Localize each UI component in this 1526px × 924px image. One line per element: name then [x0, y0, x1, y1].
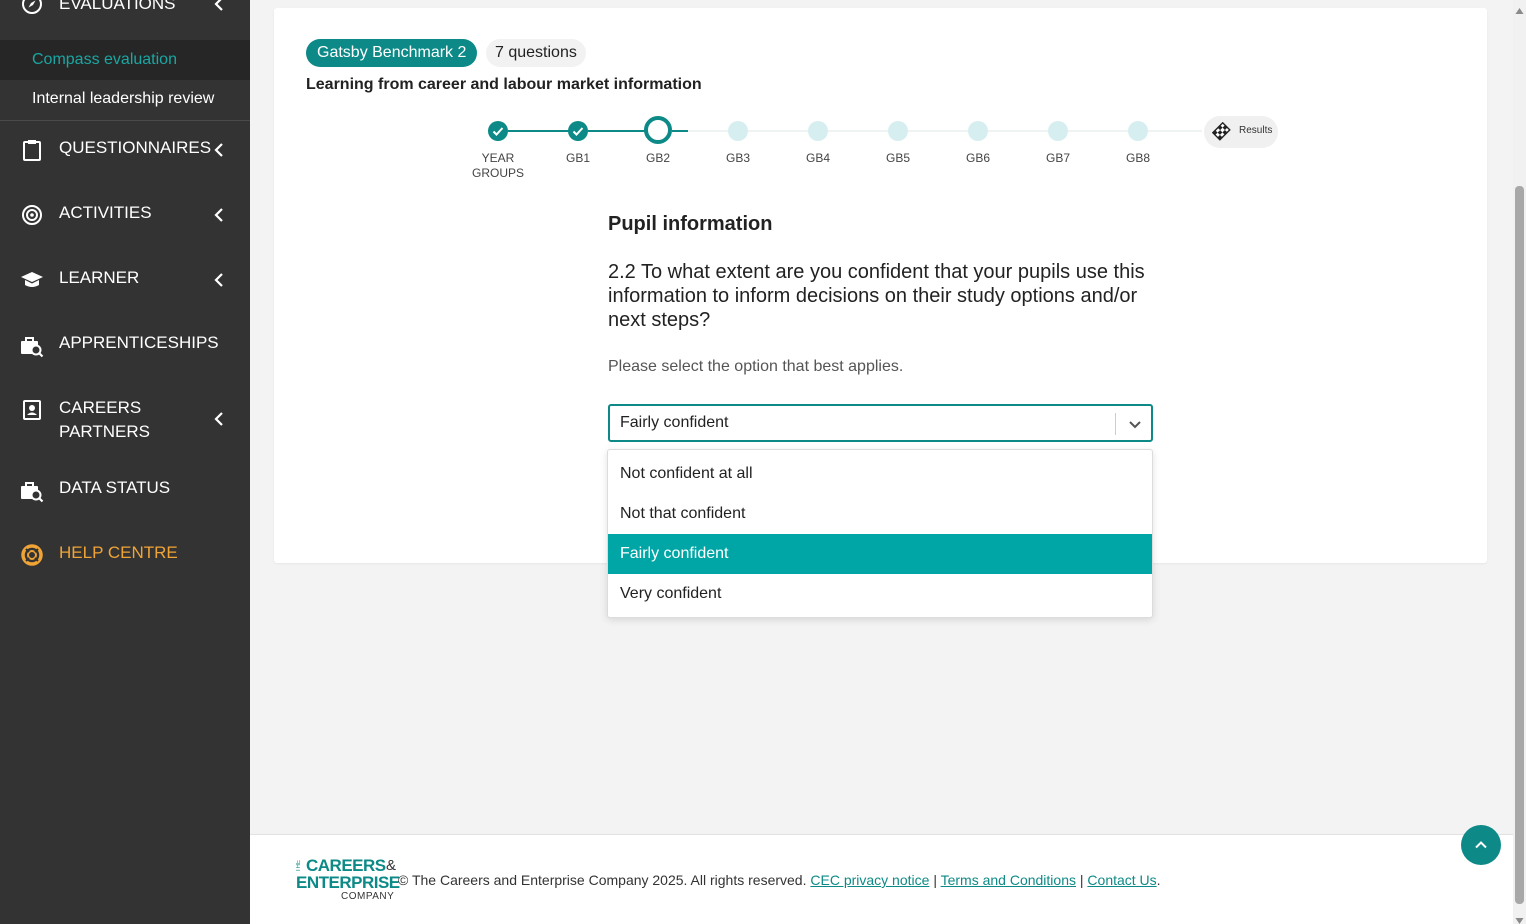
results-step-button[interactable]: Results [1204, 116, 1278, 148]
contact-link[interactable]: Contact Us [1087, 872, 1156, 888]
chevron-left-icon [212, 412, 226, 426]
question-hint: Please select the option that best appli… [608, 358, 904, 375]
question-text: 2.2 To what extent are you confident tha… [608, 261, 1145, 331]
briefcase-search-icon [20, 480, 44, 504]
step-year-groups-complete[interactable] [488, 121, 508, 141]
step-gb5[interactable] [888, 121, 908, 141]
checkered-flag-icon [1211, 121, 1232, 142]
step-connector [672, 130, 688, 132]
lifebuoy-icon [20, 543, 44, 567]
graduation-cap-icon [20, 268, 44, 292]
step-gb6[interactable] [968, 121, 988, 141]
option-not-that-confident[interactable]: Not that confident [608, 494, 1152, 534]
contact-card-icon [20, 398, 44, 422]
nav-label-data-status: DATA STATUS [59, 478, 171, 497]
option-very-confident[interactable]: Very confident [608, 574, 1152, 614]
chevron-up-icon [1475, 841, 1487, 849]
sidebar-divider [0, 120, 250, 121]
page-scrollbar[interactable] [1513, 0, 1526, 924]
nav-label-evaluations: EVALUATIONS [59, 0, 176, 13]
chevron-down-icon[interactable] [1125, 414, 1145, 434]
step-label: YEAR GROUPS [471, 151, 524, 180]
privacy-notice-link[interactable]: CEC privacy notice [810, 872, 929, 888]
progress-stepper: YEAR GROUPS GB1 GB2 GB3 GB4 GB5 GB6 GB7 G… [274, 8, 1487, 208]
sidebar: EVALUATIONS Compass evaluation Internal … [0, 0, 250, 924]
back-to-top-button[interactable] [1461, 825, 1501, 865]
clipboard-icon [20, 138, 44, 162]
nav-careers-partners[interactable]: CAREERS PARTNERS [0, 396, 250, 444]
cec-logo[interactable]: THE CAREERS & ENTERPRISE COMPANY [296, 857, 400, 903]
nav-data-status[interactable]: DATA STATUS [0, 476, 250, 503]
step-label: GB4 [805, 151, 830, 165]
step-gb2-current[interactable] [644, 116, 672, 144]
scroll-up-arrow-icon[interactable] [1515, 2, 1524, 14]
chevron-left-icon [212, 0, 226, 11]
step-connector [588, 130, 646, 132]
sidebar-subitem-internal-leadership-review[interactable]: Internal leadership review [0, 79, 250, 119]
nav-evaluations[interactable]: EVALUATIONS [0, 0, 250, 16]
scrollbar-thumb[interactable] [1515, 186, 1524, 904]
step-label: GB6 [965, 151, 990, 165]
chevron-left-icon [212, 273, 226, 287]
step-gb7[interactable] [1048, 121, 1068, 141]
nav-activities[interactable]: ACTIVITIES [0, 201, 250, 225]
terms-link[interactable]: Terms and Conditions [941, 872, 1076, 888]
nav-label-activities: ACTIVITIES [59, 203, 152, 222]
copyright-text: © The Careers and Enterprise Company 202… [398, 872, 807, 888]
option-fairly-confident[interactable]: Fairly confident [608, 534, 1152, 574]
nav-apprenticeships[interactable]: APPRENTICESHIPS [0, 331, 250, 358]
step-label: GB2 [645, 151, 670, 165]
section-title: Pupil information [608, 213, 773, 235]
target-icon [20, 203, 44, 227]
chevron-left-icon [212, 143, 226, 157]
nav-label-help-centre: HELP CENTRE [59, 543, 178, 562]
step-label: GB5 [885, 151, 910, 165]
nav-learner[interactable]: LEARNER [0, 266, 250, 290]
select-separator [1115, 413, 1116, 435]
step-gb1-complete[interactable] [568, 121, 588, 141]
step-connector [508, 130, 574, 132]
check-icon [492, 127, 504, 136]
nav-label-apprenticeships: APPRENTICESHIPS [59, 333, 219, 352]
footer-copyright-line: © The Careers and Enterprise Company 202… [398, 872, 1161, 888]
step-label: GB1 [565, 151, 590, 165]
step-label: GB3 [725, 151, 750, 165]
scroll-down-arrow-icon[interactable] [1515, 912, 1524, 924]
step-gb4[interactable] [808, 121, 828, 141]
nav-help-centre[interactable]: HELP CENTRE [0, 541, 250, 567]
chevron-left-icon [212, 208, 226, 222]
briefcase-search-icon [20, 335, 44, 359]
nav-label-partners: PARTNERS [59, 422, 151, 441]
nav-label-learner: LEARNER [59, 268, 140, 287]
step-label: GB8 [1125, 151, 1150, 165]
nav-questionnaires[interactable]: QUESTIONNAIRES [0, 136, 250, 162]
answer-options-menu: Not confident at all Not that confident … [607, 449, 1153, 618]
answer-select-value: Fairly confident [620, 414, 729, 431]
check-icon [572, 127, 584, 136]
nav-label-careers: CAREERS [59, 398, 142, 417]
step-gb8[interactable] [1128, 121, 1148, 141]
step-label: GB7 [1045, 151, 1070, 165]
sidebar-subitem-compass-evaluation[interactable]: Compass evaluation [0, 40, 250, 80]
results-label: Results [1239, 125, 1273, 136]
answer-select[interactable]: Fairly confident [608, 404, 1153, 442]
step-gb3[interactable] [728, 121, 748, 141]
footer: THE CAREERS & ENTERPRISE COMPANY © The C… [250, 834, 1513, 924]
step-connector [688, 130, 1202, 132]
nav-label-questionnaires: QUESTIONNAIRES [59, 138, 212, 157]
option-not-confident-at-all[interactable]: Not confident at all [608, 454, 1152, 494]
compass-icon [20, 0, 44, 16]
